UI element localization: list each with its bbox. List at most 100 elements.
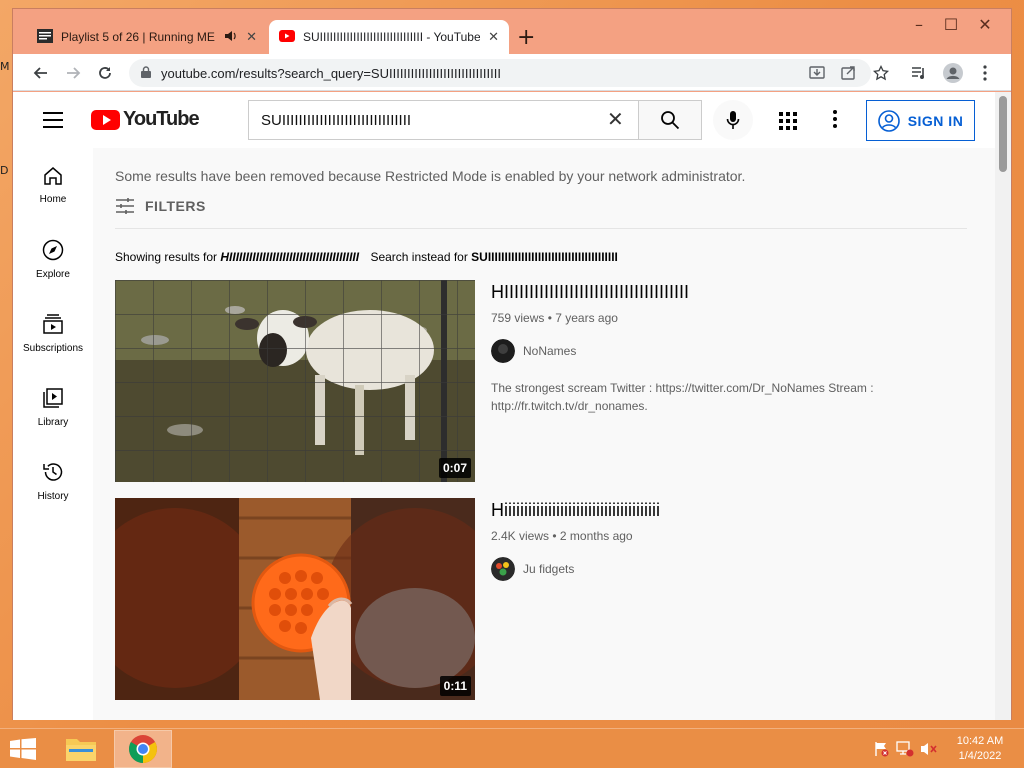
taskbar-clock[interactable]: 10:42 AM 1/4/2022 xyxy=(944,734,1016,764)
instead-prefix: Search instead for xyxy=(370,250,468,264)
bookmark-star-icon[interactable] xyxy=(871,63,891,83)
search-icon xyxy=(661,111,680,130)
video-meta: Hiiiiiiiiiiiiiiiiiiiiiiiiiiiiiiiiiiiiiii… xyxy=(491,498,971,581)
youtube-play-icon xyxy=(91,109,120,130)
share-icon[interactable] xyxy=(839,63,859,83)
guide-item-label: History xyxy=(37,490,69,502)
tab-title: SUIIIIIIIIIIIIIIIIIIIIIIIIIIIIIII - YouT… xyxy=(303,30,481,44)
guide-item-explore[interactable]: Explore xyxy=(13,222,93,296)
guide-sidebar: Home Explore Subscriptions Library Histo… xyxy=(13,148,93,720)
original-query-link[interactable]: SUIIIIIIIIIIIIIIIIIIIIIIIIIIIIIIIIIIIIII… xyxy=(471,250,618,264)
network-icon[interactable] xyxy=(896,740,914,758)
guide-item-library[interactable]: Library xyxy=(13,370,93,444)
home-icon xyxy=(44,166,62,185)
video-meta: HIIIIIIIIIIIIIIIIIIIIIIIIIIIIIIIIIIIII 7… xyxy=(491,280,971,415)
chrome-menu-icon[interactable] xyxy=(975,63,995,83)
chrome-icon xyxy=(129,735,157,763)
guide-item-history[interactable]: History xyxy=(13,444,93,518)
channel-name: NoNames xyxy=(523,344,577,358)
desktop-icon-label[interactable]: M xyxy=(0,60,10,73)
tab-close-icon[interactable]: ✕ xyxy=(246,29,257,45)
duration-badge: 0:11 xyxy=(439,676,471,696)
video-title[interactable]: HIIIIIIIIIIIIIIIIIIIIIIIIIIIIIIIIIIIII xyxy=(491,282,971,303)
logo-text: YouTube xyxy=(123,108,200,130)
video-title[interactable]: Hiiiiiiiiiiiiiiiiiiiiiiiiiiiiiiiiiiiiiii xyxy=(491,500,971,521)
filters-label: FILTERS xyxy=(145,198,206,214)
voice-search-button[interactable] xyxy=(713,100,753,140)
reload-icon[interactable] xyxy=(93,61,117,85)
guide-item-subscriptions[interactable]: Subscriptions xyxy=(13,296,93,370)
compass-icon xyxy=(42,239,64,260)
install-icon[interactable] xyxy=(807,63,827,83)
divider xyxy=(115,228,967,229)
lock-icon[interactable] xyxy=(141,65,151,81)
windows-logo-icon xyxy=(10,738,36,760)
maximize-button[interactable]: ☐ xyxy=(935,13,967,35)
channel-avatar xyxy=(491,557,515,581)
guide-item-label: Explore xyxy=(36,268,70,280)
corrected-query-link[interactable]: HIIIIIIIIIIIIIIIIIIIIIIIIIIIIIIIIIIIIIII xyxy=(220,250,359,264)
channel-link[interactable]: Ju fidgets xyxy=(491,557,971,581)
volume-muted-icon[interactable] xyxy=(920,740,938,758)
restricted-mode-notice: Some results have been removed because R… xyxy=(115,168,746,184)
tab-close-icon[interactable]: ✕ xyxy=(488,29,499,45)
tab-favicon-icon xyxy=(37,28,53,46)
video-result[interactable]: 0:07 HIIIIIIIIIIIIIIIIIIIIIIIIIIIIIIIIII… xyxy=(115,280,975,482)
search-button[interactable] xyxy=(638,100,702,140)
file-explorer-button[interactable] xyxy=(52,730,110,768)
guide-item-label: Subscriptions xyxy=(22,342,84,354)
search-input[interactable]: SUIIIIIIIIIIIIIIIIIIIIIIIIIIIIIII xyxy=(248,100,638,140)
settings-menu-icon[interactable] xyxy=(833,110,839,131)
channel-name: Ju fidgets xyxy=(523,562,575,576)
clock-time: 10:42 AM xyxy=(956,735,1004,747)
browser-window: Playlist 5 of 26 | Running ME ✕ SUIIIIII… xyxy=(12,8,1012,720)
tab-title: Playlist 5 of 26 | Running ME xyxy=(61,30,215,44)
profile-icon[interactable] xyxy=(943,63,963,83)
filter-icon xyxy=(116,198,134,214)
sign-in-label: SIGN IN xyxy=(907,112,964,129)
youtube-logo[interactable]: YouTube xyxy=(91,108,200,131)
new-tab-button[interactable]: + xyxy=(517,25,535,50)
channel-link[interactable]: NoNames xyxy=(491,339,971,363)
filters-button[interactable]: FILTERS xyxy=(115,198,206,214)
scrollbar-thumb[interactable] xyxy=(999,96,1007,172)
duration-badge: 0:07 xyxy=(438,458,471,478)
video-stats: 2.4K views • 2 months ago xyxy=(491,529,633,543)
action-center-flag-icon[interactable] xyxy=(872,740,890,758)
url-text: youtube.com/results?search_query=SUIIIII… xyxy=(161,65,501,81)
back-icon[interactable] xyxy=(29,61,53,85)
history-icon xyxy=(43,462,63,481)
sign-in-button[interactable]: SIGN IN xyxy=(866,100,975,141)
browser-toolbar: youtube.com/results?search_query=SUIIIII… xyxy=(13,54,1011,91)
showing-prefix: Showing results for xyxy=(115,250,218,264)
youtube-page: YouTube SUIIIIIIIIIIIIIIIIIIIIIIIIIIIIII… xyxy=(13,92,995,720)
minimize-button[interactable]: – xyxy=(903,13,935,35)
chrome-taskbar-button[interactable] xyxy=(114,730,172,768)
folder-icon xyxy=(66,739,96,761)
tab-strip: Playlist 5 of 26 | Running ME ✕ SUIIIIII… xyxy=(13,9,1011,54)
speaker-icon[interactable] xyxy=(224,30,238,45)
video-stats: 759 views • 7 years ago xyxy=(491,311,618,325)
media-queue-icon[interactable] xyxy=(909,63,929,83)
spelling-correction: Showing results for HIIIIIIIIIIIIIIIIIII… xyxy=(115,250,618,264)
clock-date: 1/4/2022 xyxy=(958,750,1002,762)
channel-avatar xyxy=(491,339,515,363)
video-result[interactable]: 0:11 Hiiiiiiiiiiiiiiiiiiiiiiiiiiiiiiiiii… xyxy=(115,498,975,700)
video-thumbnail[interactable]: 0:11 xyxy=(115,498,475,700)
search-results: Some results have been removed because R… xyxy=(93,148,995,720)
guide-item-label: Home xyxy=(39,193,67,205)
forward-icon[interactable] xyxy=(61,61,85,85)
close-window-button[interactable]: ✕ xyxy=(969,13,1001,35)
menu-icon[interactable] xyxy=(43,112,63,133)
tab-youtube[interactable]: SUIIIIIIIIIIIIIIIIIIIIIIIIIIIIIII - YouT… xyxy=(269,20,509,54)
apps-grid-icon[interactable] xyxy=(779,112,797,130)
address-bar[interactable]: youtube.com/results?search_query=SUIIIII… xyxy=(129,59,871,87)
desktop-icon-label[interactable]: D xyxy=(0,164,8,177)
clear-search-icon[interactable]: ✕ xyxy=(607,108,624,130)
tab-playlist[interactable]: Playlist 5 of 26 | Running ME ✕ xyxy=(27,20,267,54)
video-thumbnail[interactable]: 0:07 xyxy=(115,280,475,482)
guide-item-home[interactable]: Home xyxy=(13,148,93,222)
page-scrollbar[interactable] xyxy=(995,92,1011,720)
start-button[interactable] xyxy=(10,738,38,760)
youtube-favicon-icon xyxy=(279,29,295,45)
